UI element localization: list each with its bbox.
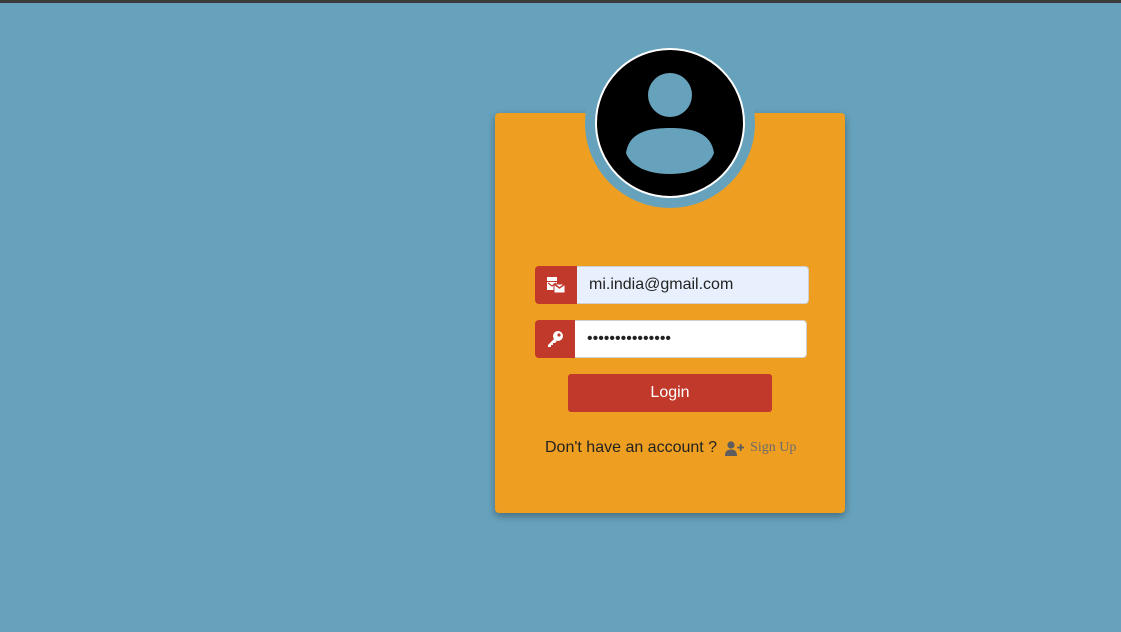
mail-bulk-icon: [535, 266, 577, 304]
user-plus-icon: [725, 440, 745, 456]
email-input[interactable]: [577, 266, 809, 304]
key-icon: [535, 320, 575, 358]
email-field-group: [535, 266, 809, 304]
user-avatar-icon: [595, 48, 745, 198]
signup-row: Don't have an account ? Sign Up: [545, 437, 796, 459]
login-button[interactable]: Login: [568, 374, 772, 412]
top-border: [0, 0, 1121, 3]
password-input[interactable]: [575, 320, 807, 358]
signup-question: Don't have an account ?: [545, 439, 718, 456]
signup-link-label: Sign Up: [750, 440, 797, 455]
password-field-group: [535, 320, 807, 358]
signup-link[interactable]: Sign Up: [725, 440, 796, 456]
